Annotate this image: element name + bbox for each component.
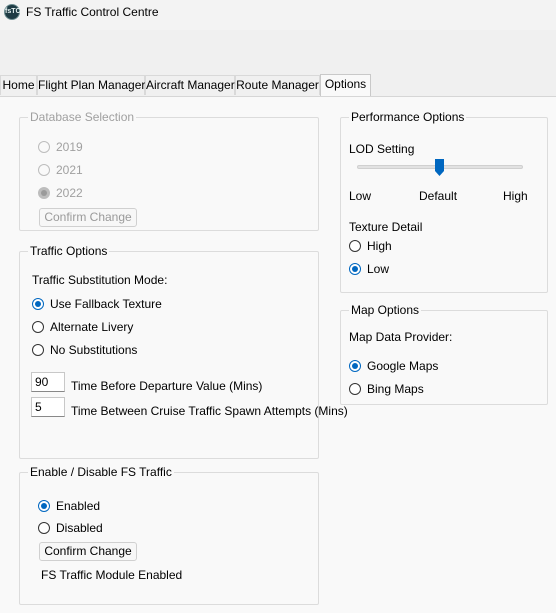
departure-time-input[interactable]: 90 [31, 372, 65, 392]
substitution-mode-label: Traffic Substitution Mode: [32, 273, 168, 287]
radio-circle [349, 240, 361, 252]
radio-circle [38, 522, 50, 534]
radio-circle [38, 500, 50, 512]
radio-circle [38, 164, 50, 176]
performance-options-group: Performance Options LOD Setting Low Defa… [340, 110, 548, 293]
map-provider-label: Map Data Provider: [349, 330, 453, 344]
radio-circle [349, 263, 361, 275]
traffic-options-legend: Traffic Options [28, 244, 110, 258]
app-logo-icon: fsTC [4, 4, 21, 20]
module-status-text: FS Traffic Module Enabled [41, 568, 183, 582]
radio-circle [38, 141, 50, 153]
texture-detail-label: Texture Detail [349, 220, 423, 234]
radio-circle [32, 321, 44, 333]
radio-circle [32, 298, 44, 310]
tab-flight-plan-manager[interactable]: Flight Plan Manager [37, 75, 145, 95]
radio-circle [349, 360, 361, 372]
traffic-options-group: Traffic Options Traffic Substitution Mod… [19, 244, 348, 459]
database-selection-group: Database Selection 2019 2021 2022 Confir… [19, 110, 319, 231]
radio-circle [349, 383, 361, 395]
enabled-label: Enabled [56, 499, 101, 513]
spawn-time-label: Time Between Cruise Traffic Spawn Attemp… [71, 404, 348, 418]
fallback-texture-label: Use Fallback Texture [50, 297, 162, 311]
texture-high-label: High [367, 239, 392, 253]
no-substitutions-label: No Substitutions [50, 343, 138, 357]
google-maps-label: Google Maps [367, 359, 439, 373]
bing-maps-radio[interactable]: Bing Maps [349, 382, 424, 396]
departure-time-label: Time Before Departure Value (Mins) [71, 379, 263, 393]
alternate-livery-radio[interactable]: Alternate Livery [32, 320, 133, 334]
alternate-livery-label: Alternate Livery [50, 320, 134, 334]
database-selection-legend: Database Selection [28, 110, 137, 124]
db-2022-radio[interactable]: 2022 [38, 186, 83, 200]
lod-slider-thumb[interactable] [435, 159, 444, 176]
db-2021-label: 2021 [56, 163, 83, 177]
lod-tick-low: Low [349, 189, 372, 203]
tab-aircraft-manager[interactable]: Aircraft Manager [145, 75, 235, 95]
tab-strip: Home Flight Plan Manager Aircraft Manage… [0, 74, 556, 96]
lod-setting-label: LOD Setting [349, 142, 415, 156]
bing-maps-label: Bing Maps [367, 382, 424, 396]
options-panel: Database Selection 2019 2021 2022 Confir… [0, 96, 556, 613]
radio-circle [38, 187, 50, 199]
fallback-texture-radio[interactable]: Use Fallback Texture [32, 297, 162, 311]
lod-tick-default: Default [419, 189, 458, 203]
radio-circle [32, 344, 44, 356]
tab-options[interactable]: Options [320, 74, 371, 96]
map-options-legend: Map Options [349, 303, 422, 317]
title-bar: fsTC FS Traffic Control Centre [0, 0, 556, 30]
lod-tick-high: High [503, 189, 528, 203]
db-2022-label: 2022 [56, 186, 83, 200]
performance-options-legend: Performance Options [349, 110, 467, 124]
db-2021-radio[interactable]: 2021 [38, 163, 83, 177]
enable-disable-group: Enable / Disable FS Traffic Enabled Disa… [19, 465, 319, 605]
db-2019-radio[interactable]: 2019 [38, 140, 83, 154]
tab-home[interactable]: Home [0, 75, 37, 95]
texture-high-radio[interactable]: High [349, 239, 392, 253]
db-2019-label: 2019 [56, 140, 83, 154]
disabled-radio[interactable]: Disabled [38, 521, 103, 535]
window-title: FS Traffic Control Centre [26, 5, 159, 19]
disabled-label: Disabled [56, 521, 103, 535]
spawn-time-input[interactable]: 5 [31, 397, 65, 417]
no-substitutions-radio[interactable]: No Substitutions [32, 343, 137, 357]
tab-route-manager[interactable]: Route Manager [235, 75, 320, 95]
texture-low-label: Low [367, 262, 390, 276]
enable-disable-legend: Enable / Disable FS Traffic [28, 465, 174, 479]
enable-confirm-change-button[interactable]: Confirm Change [39, 542, 137, 561]
db-confirm-change-button[interactable]: Confirm Change [39, 208, 137, 227]
google-maps-radio[interactable]: Google Maps [349, 359, 438, 373]
enabled-radio[interactable]: Enabled [38, 499, 100, 513]
texture-low-radio[interactable]: Low [349, 262, 389, 276]
map-options-group: Map Options Map Data Provider: Google Ma… [340, 303, 548, 405]
